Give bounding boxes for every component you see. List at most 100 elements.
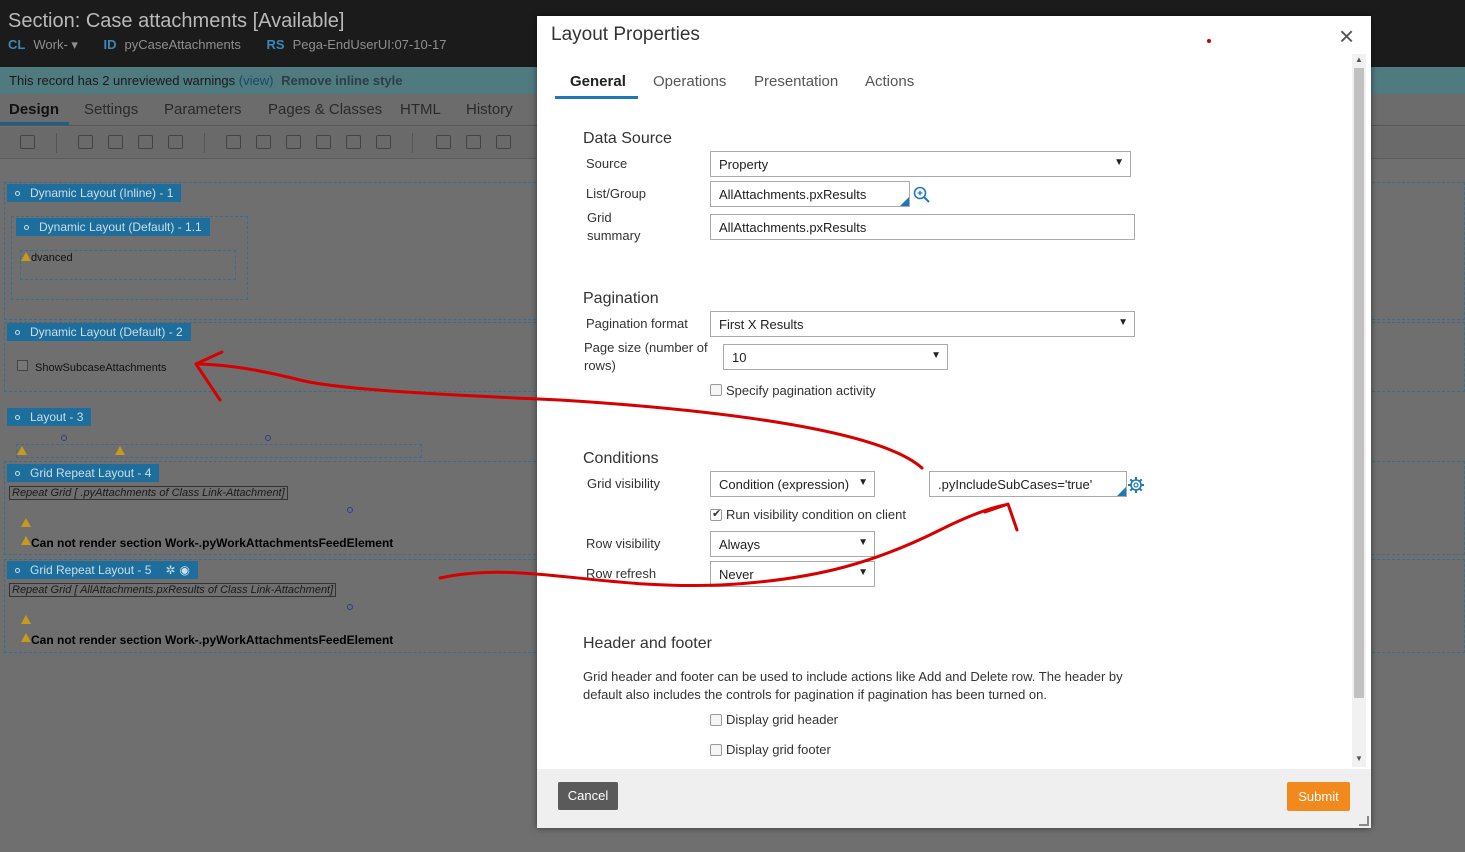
dropdown-arrow-icon: ▼: [858, 537, 868, 548]
pagination-format-value: First X Results: [719, 317, 804, 332]
run-on-client-checkbox[interactable]: [710, 507, 722, 521]
resize-handle-icon[interactable]: [1359, 816, 1369, 826]
remove-inline-style-link[interactable]: Remove inline style: [281, 73, 402, 88]
list-group-input[interactable]: AllAttachments.pxResults: [710, 181, 910, 207]
repeat-grid-4-info: Repeat Grid [ .pyAttachments of Class Li…: [9, 486, 288, 500]
layout-2-header[interactable]: Dynamic Layout (Default) - 2: [7, 323, 191, 341]
pagination-heading: Pagination: [583, 290, 659, 307]
tab-presentation[interactable]: Presentation: [754, 73, 838, 90]
scroll-up-icon[interactable]: ▲: [1355, 55, 1363, 64]
layout-label: Dynamic Layout (Default) - 1.1: [39, 220, 202, 234]
row-refresh-value: Never: [719, 567, 754, 582]
columns-icon[interactable]: [496, 135, 511, 149]
layout-label: Dynamic Layout (Default) - 2: [30, 325, 183, 339]
tab-design[interactable]: Design: [9, 101, 59, 118]
row-refresh-label: Row refresh: [586, 566, 657, 581]
grid-summary-input[interactable]: AllAttachments.pxResults: [710, 214, 1135, 240]
cancel-button[interactable]: Cancel: [558, 782, 618, 810]
row-visibility-label: Row visibility: [586, 536, 661, 551]
list-group-label: List/Group: [586, 186, 646, 201]
close-icon[interactable]: ×: [1339, 23, 1354, 49]
class-value[interactable]: Work- ▾: [33, 37, 78, 52]
pagination-activity-checkbox[interactable]: [710, 384, 722, 396]
pagination-format-label: Pagination format: [586, 316, 688, 331]
source-select[interactable]: Property ▼: [710, 151, 1131, 177]
delete-column-icon[interactable]: [376, 135, 391, 149]
display-footer-label: Display grid footer: [726, 742, 831, 757]
scroll-down-icon[interactable]: ▼: [1355, 754, 1363, 763]
drop-target-icon: [61, 435, 67, 441]
cut-icon[interactable]: [78, 135, 93, 149]
check-circle-icon[interactable]: ◉: [179, 563, 189, 577]
grid-5-header[interactable]: Grid Repeat Layout - 5 ✲ ◉: [7, 561, 198, 579]
record-meta: CL Work- ▾ ID pyCaseAttachments RS Pega-End…: [8, 37, 468, 53]
grid-4-header[interactable]: Grid Repeat Layout - 4: [7, 464, 160, 482]
delete-icon[interactable]: [168, 135, 183, 149]
conditions-heading: Conditions: [583, 450, 659, 467]
copy-icon[interactable]: [108, 135, 123, 149]
grid-summary-value: AllAttachments.pxResults: [719, 220, 867, 235]
warning-icon: [115, 446, 125, 455]
autocomplete-corner-icon: [900, 197, 909, 206]
warning-text: This record has 2 unreviewed warnings: [9, 73, 236, 88]
split-icon[interactable]: [466, 135, 481, 149]
tab-actions[interactable]: Actions: [865, 73, 914, 90]
grid-summary-label-1: Grid: [587, 210, 612, 225]
search-icon[interactable]: [913, 186, 931, 204]
delete-row-icon[interactable]: [286, 135, 301, 149]
tab-html[interactable]: HTML: [400, 101, 441, 118]
insert-column-after-icon[interactable]: [346, 135, 361, 149]
gear-icon[interactable]: [1127, 476, 1145, 494]
view-warnings-link[interactable]: (view): [239, 73, 274, 88]
drop-target-icon: [265, 435, 271, 441]
source-label: Source: [586, 156, 628, 171]
warning-icon: [21, 536, 31, 545]
save-icon[interactable]: [20, 135, 35, 149]
show-subcase-checkbox[interactable]: [17, 360, 28, 371]
page-size-value: 10: [732, 350, 747, 365]
layout-label: Grid Repeat Layout - 5: [30, 563, 152, 577]
paste-icon[interactable]: [138, 135, 153, 149]
page-size-select[interactable]: 10 ▼: [723, 344, 948, 370]
insert-column-icon[interactable]: [316, 135, 331, 149]
visibility-expression-input[interactable]: .pyIncludeSubCases='true': [929, 471, 1127, 497]
scrollbar-thumb[interactable]: [1354, 68, 1364, 698]
row-visibility-select[interactable]: Always ▼: [710, 531, 875, 557]
display-footer-checkbox[interactable]: [710, 744, 722, 756]
layout-1-header[interactable]: Dynamic Layout (Inline) - 1: [7, 184, 182, 202]
row-refresh-select[interactable]: Never ▼: [710, 561, 875, 587]
warning-icon: [21, 518, 31, 527]
tab-history[interactable]: History: [466, 101, 513, 118]
insert-row-after-icon[interactable]: [256, 135, 271, 149]
tab-operations[interactable]: Operations: [653, 73, 726, 90]
list-group-value: AllAttachments.pxResults: [719, 187, 867, 202]
pagination-format-select[interactable]: First X Results ▼: [710, 311, 1135, 337]
row-visibility-value: Always: [719, 537, 761, 552]
render-error-text: Can not render section Work-.pyWorkAttac…: [31, 633, 394, 647]
header-footer-heading: Header and footer: [583, 635, 712, 652]
tab-pages-classes[interactable]: Pages & Classes: [268, 101, 382, 118]
tab-general[interactable]: General: [570, 73, 626, 90]
submit-button[interactable]: Submit: [1287, 782, 1350, 811]
gear-icon[interactable]: ✲: [165, 563, 175, 577]
drop-target-icon: [347, 604, 353, 610]
warning-icon: [17, 446, 27, 455]
grid-visibility-select[interactable]: Condition (expression) ▼: [710, 471, 875, 497]
id-key: ID: [103, 37, 117, 52]
source-value: Property: [719, 157, 769, 172]
warning-icon: [21, 633, 31, 642]
header-footer-description: Grid header and footer can be used to in…: [583, 669, 1123, 702]
ruleset-key: RS: [266, 37, 285, 52]
layout-3-header[interactable]: Layout - 3: [7, 408, 92, 426]
display-header-checkbox[interactable]: [710, 714, 722, 726]
grid-summary-label-2: summary: [587, 228, 641, 243]
layout-1-1-header[interactable]: Dynamic Layout (Default) - 1.1: [16, 218, 210, 236]
merge-icon[interactable]: [436, 135, 451, 149]
warning-icon: [21, 615, 31, 624]
dialog-scrollbar[interactable]: ▲ ▼: [1352, 54, 1366, 767]
tab-settings[interactable]: Settings: [84, 101, 138, 118]
tab-parameters[interactable]: Parameters: [164, 101, 242, 118]
grid-visibility-label: Grid visibility: [587, 476, 660, 491]
repeat-grid-5-info: Repeat Grid [ AllAttachments.pxResults o…: [9, 583, 337, 597]
insert-row-icon[interactable]: [226, 135, 241, 149]
